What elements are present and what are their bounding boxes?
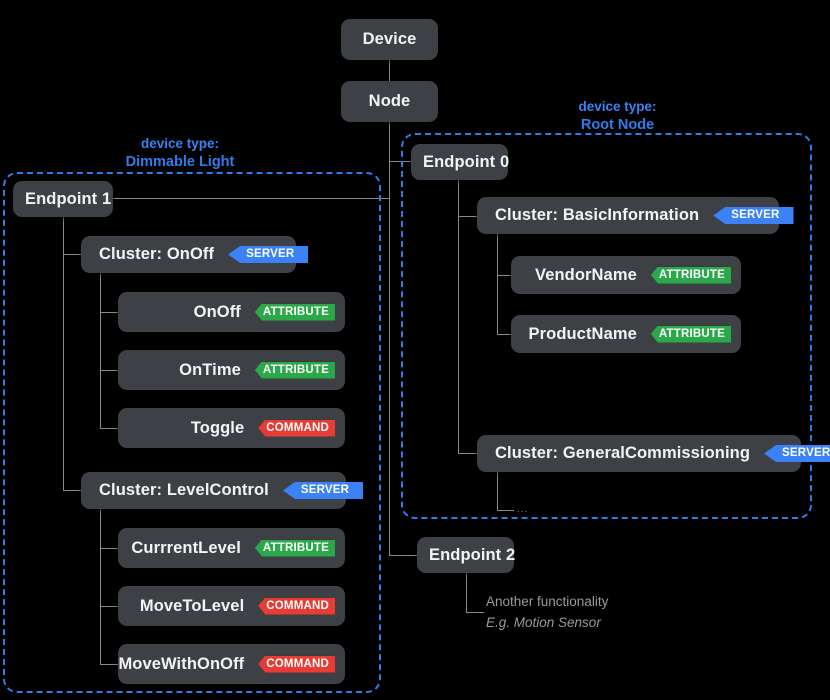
node-attribute-ontime-label: OnTime — [179, 360, 241, 379]
diagram-canvas: device type: Dimmable Light device type:… — [0, 0, 830, 700]
node-cluster-basicinformation[interactable]: Cluster: BasicInformation SERVER — [477, 197, 794, 234]
generalcommissioning-children-ellipsis: ... — [517, 504, 529, 515]
connector-endpoint2-note — [466, 612, 484, 613]
devtype-name: Root Node — [580, 117, 655, 133]
connector-trunk-endpoint0 — [389, 161, 413, 162]
badge-attribute: ATTRIBUTE — [650, 266, 731, 284]
node-endpoint-2-label: Endpoint 2 — [429, 545, 516, 564]
node-cluster-generalcommissioning-label: Cluster: GeneralCommissioning — [495, 444, 751, 462]
node-attribute-productname-label: ProductName — [528, 324, 637, 343]
node-command-movetolevel[interactable]: MoveToLevel COMMAND — [118, 586, 345, 626]
node-cluster-onoff[interactable]: Cluster: OnOff SERVER — [81, 236, 309, 273]
node-command-toggle-label: Toggle — [190, 418, 245, 437]
connector-movewithonoff-cmd — [100, 664, 118, 665]
badge-attribute: ATTRIBUTE — [254, 303, 335, 321]
node-attribute-vendorname[interactable]: VendorName ATTRIBUTE — [511, 256, 741, 294]
connector-endpoint1-levelcontrol — [63, 490, 81, 491]
badge-attribute: ATTRIBUTE — [254, 361, 335, 379]
connector-generalcomm-spine — [497, 471, 498, 511]
node-command-movewithonoff[interactable]: MoveWithOnOff COMMAND — [118, 644, 345, 684]
devtype-prefix: device type: — [578, 99, 657, 114]
node-cluster-levelcontrol[interactable]: Cluster: LevelControl SERVER — [81, 472, 364, 509]
node-attribute-currentlevel-label: CurrrentLevel — [131, 538, 241, 557]
connector-device-node — [389, 59, 390, 81]
connector-generalcomm-ellipsis — [497, 510, 514, 511]
endpoint2-note: Another functionality E.g. Motion Sensor — [486, 591, 608, 633]
node-endpoint-0[interactable]: Endpoint 0 — [411, 144, 510, 180]
badge-command: COMMAND — [258, 419, 335, 437]
node-attribute-vendorname-label: VendorName — [535, 265, 637, 284]
connector-endpoint0-basicinfo — [458, 216, 477, 217]
badge-server: SERVER — [764, 445, 830, 462]
node-attribute-onoff-label: OnOff — [193, 302, 241, 321]
connector-onoff-attr — [100, 312, 118, 313]
node-cluster-levelcontrol-label: Cluster: LevelControl — [99, 481, 269, 499]
badge-server: SERVER — [282, 482, 364, 499]
badge-command: COMMAND — [258, 597, 335, 615]
node-cluster-onoff-label: Cluster: OnOff — [99, 245, 215, 263]
devtype-label-root-node: device type: Root Node — [545, 97, 690, 135]
connector-currentlevel-attr — [100, 548, 118, 549]
node-endpoint-1-label: Endpoint 1 — [25, 189, 112, 208]
badge-attribute: ATTRIBUTE — [650, 325, 731, 343]
badge-server: SERVER — [228, 246, 309, 263]
node-command-toggle[interactable]: Toggle COMMAND — [118, 408, 345, 448]
node-node-label: Node — [368, 92, 411, 110]
connector-basicinfo-spine — [497, 234, 498, 335]
node-attribute-ontime[interactable]: OnTime ATTRIBUTE — [118, 350, 345, 390]
connector-ontime-attr — [100, 370, 118, 371]
connector-onoff-spine — [100, 272, 101, 428]
node-attribute-currentlevel[interactable]: CurrrentLevel ATTRIBUTE — [118, 528, 345, 568]
connector-endpoint0-generalcomm — [458, 453, 477, 454]
connector-endpoint0-spine — [458, 180, 459, 454]
connector-endpoint2-spine — [466, 573, 467, 613]
devtype-prefix: device type: — [140, 136, 220, 151]
node-endpoint-2[interactable]: Endpoint 2 — [417, 537, 516, 573]
devtype-label-dimmable-light: device type: Dimmable Light — [100, 134, 260, 172]
connector-movetolevel-cmd — [100, 606, 118, 607]
node-command-movetolevel-label: MoveToLevel — [139, 596, 245, 615]
node-endpoint-1[interactable]: Endpoint 1 — [13, 181, 113, 217]
node-cluster-basicinformation-label: Cluster: BasicInformation — [495, 206, 700, 224]
connector-node-trunk — [389, 121, 390, 556]
connector-trunk-endpoint1 — [112, 198, 390, 199]
node-attribute-productname[interactable]: ProductName ATTRIBUTE — [511, 315, 741, 353]
node-device[interactable]: Device — [341, 19, 438, 60]
badge-server: SERVER — [713, 207, 794, 224]
node-command-movewithonoff-label: MoveWithOnOff — [118, 654, 245, 673]
endpoint2-note-line2: E.g. Motion Sensor — [486, 615, 601, 630]
node-device-label: Device — [362, 30, 417, 48]
node-attribute-onoff[interactable]: OnOff ATTRIBUTE — [118, 292, 345, 332]
endpoint2-note-line1: Another functionality — [486, 594, 609, 609]
connector-trunk-endpoint2 — [389, 555, 418, 556]
connector-toggle-cmd — [100, 428, 118, 429]
node-endpoint-0-label: Endpoint 0 — [423, 152, 510, 171]
devtype-name: Dimmable Light — [125, 154, 235, 170]
badge-attribute: ATTRIBUTE — [254, 539, 335, 557]
badge-command: COMMAND — [258, 655, 335, 673]
connector-endpoint1-spine — [63, 216, 64, 491]
node-node[interactable]: Node — [341, 81, 438, 122]
connector-endpoint1-onoff — [63, 254, 81, 255]
connector-levelcontrol-spine — [100, 508, 101, 665]
node-cluster-generalcommissioning[interactable]: Cluster: GeneralCommissioning SERVER — [477, 435, 830, 472]
